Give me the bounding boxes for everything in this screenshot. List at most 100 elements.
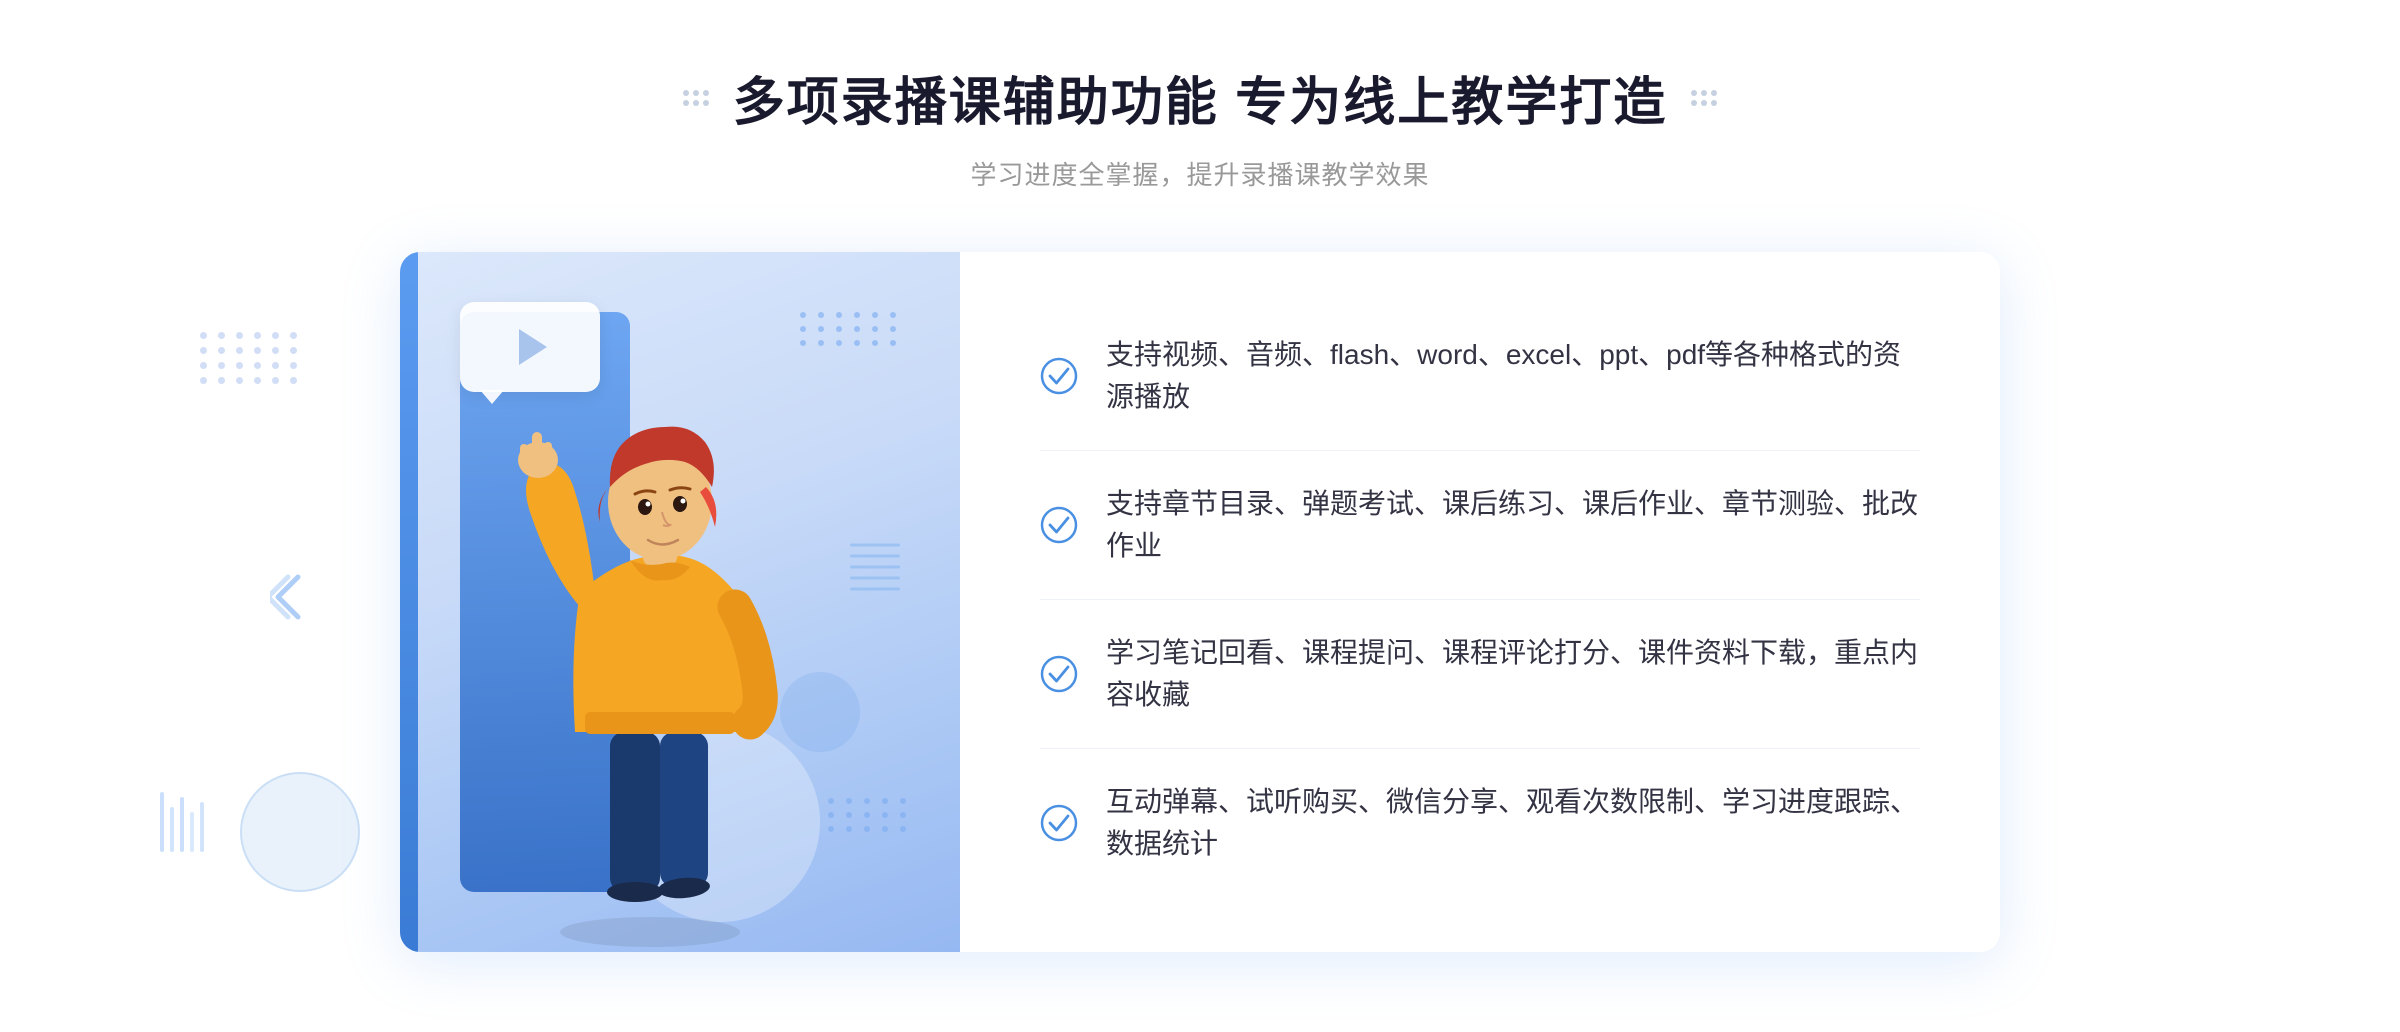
illustration-card [400,252,960,952]
dot-grid-bottom-right [828,798,910,832]
page-container: 多项录播课辅助功能 专为线上教学打造 学习进度全掌握，提升录播课教学效果 [0,0,2400,1032]
vertical-lines-decoration [160,792,204,852]
dot [1701,90,1707,96]
card-container: 支持视频、音频、flash、word、excel、ppt、pdf等各种格式的资源… [400,252,2000,952]
dot [200,347,207,354]
dot [1691,100,1697,106]
dot [290,347,297,354]
dot [272,332,279,339]
dot [864,798,870,804]
dot [218,362,225,369]
dot [254,347,261,354]
dot [200,332,207,339]
person-illustration [480,312,820,952]
dot [828,826,834,832]
dot [218,377,225,384]
dot [1711,100,1717,106]
dot [272,362,279,369]
stripe-lines-decoration [850,544,900,591]
dot [218,347,225,354]
feature-item-2: 支持章节目录、弹题考试、课后练习、课后作业、章节测验、批改作业 [1040,451,1920,600]
v-line [190,812,194,852]
stripe-line [850,566,900,569]
feature-item-1: 支持视频、音频、flash、word、excel、ppt、pdf等各种格式的资源… [1040,302,1920,451]
dot [683,100,689,106]
stripe-line [850,555,900,558]
header-section: 多项录播课辅助功能 专为线上教学打造 学习进度全掌握，提升录播课教学效果 [683,60,1717,192]
outer-dot-grid-top [200,332,300,384]
dot [290,332,297,339]
dot [900,826,906,832]
dot [890,340,896,346]
dot [846,798,852,804]
check-icon-3 [1040,655,1078,693]
dot [872,340,878,346]
dot [836,340,842,346]
dot [872,326,878,332]
dot [836,312,842,318]
dot [290,362,297,369]
dot [872,312,878,318]
dot [1701,100,1707,106]
dot [236,362,243,369]
v-line [200,802,204,852]
dot [900,798,906,804]
dot [236,332,243,339]
dot [272,377,279,384]
feature-item-4: 互动弹幕、试听购买、微信分享、观看次数限制、学习进度跟踪、数据统计 [1040,749,1920,897]
dot [290,377,297,384]
header-decoration-left [683,90,709,106]
speech-bubble-tail [480,390,504,404]
dot [254,332,261,339]
dot [272,347,279,354]
feature-text-4: 互动弹幕、试听购买、微信分享、观看次数限制、学习进度跟踪、数据统计 [1106,781,1920,865]
stripe-line [850,588,900,591]
dot [854,326,860,332]
dot [693,90,699,96]
dot [846,812,852,818]
v-line [180,797,184,852]
stripe-line [850,544,900,547]
features-panel: 支持视频、音频、flash、word、excel、ppt、pdf等各种格式的资源… [960,252,2000,952]
page-subtitle: 学习进度全掌握，提升录播课教学效果 [683,155,1717,192]
dot [703,100,709,106]
dot [890,326,896,332]
dot [882,826,888,832]
play-icon [519,329,547,365]
dot [828,798,834,804]
dot [882,812,888,818]
feature-text-1: 支持视频、音频、flash、word、excel、ppt、pdf等各种格式的资源… [1106,334,1920,418]
dot [890,312,896,318]
dot [693,100,699,106]
feature-text-3: 学习笔记回看、课程提问、课程评论打分、课件资料下载，重点内容收藏 [1106,632,1920,716]
v-line [170,807,174,852]
header-decoration-right [1691,90,1717,106]
dot [828,812,834,818]
header-dots-right [1691,90,1717,106]
dot [236,347,243,354]
check-icon-2 [1040,506,1078,544]
dot [1711,90,1717,96]
dot [703,90,709,96]
dot [200,377,207,384]
feature-text-2: 支持章节目录、弹题考试、课后练习、课后作业、章节测验、批改作业 [1106,483,1920,567]
dot [236,377,243,384]
dot [846,826,852,832]
dot [854,340,860,346]
dot [683,90,689,96]
dot [218,332,225,339]
dot [1691,90,1697,96]
speech-bubble [460,302,600,392]
dot [854,312,860,318]
dot [200,362,207,369]
page-title: 多项录播课辅助功能 专为线上教学打造 [733,60,1667,135]
stripe-line [850,577,900,580]
check-icon-1 [1040,357,1078,395]
main-area: 支持视频、音频、flash、word、excel、ppt、pdf等各种格式的资源… [400,252,2000,952]
v-line [160,792,164,852]
vertical-accent-bar [400,252,418,952]
outer-deco-circle [240,772,360,892]
dot [836,326,842,332]
dot [864,826,870,832]
dot [882,798,888,804]
